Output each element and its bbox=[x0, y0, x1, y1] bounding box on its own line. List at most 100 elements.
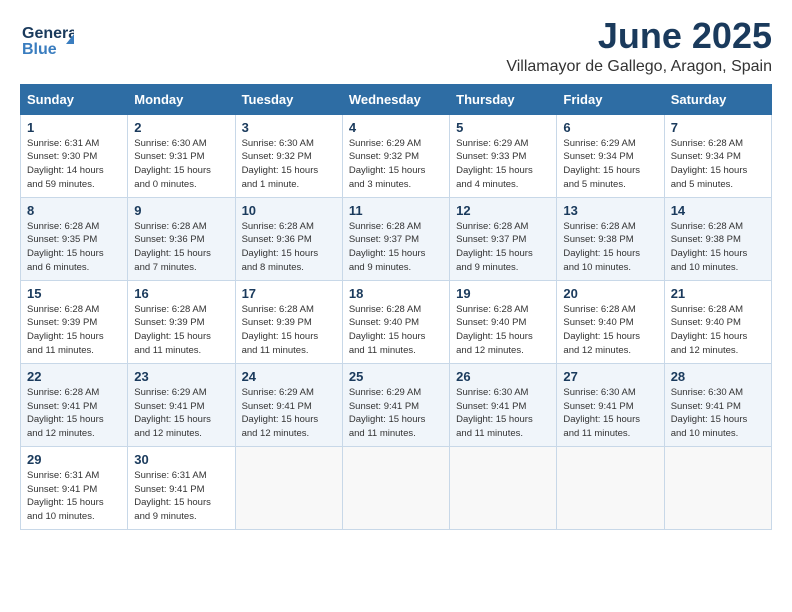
calendar-cell: 2 Sunrise: 6:30 AM Sunset: 9:31 PM Daylig… bbox=[128, 114, 235, 197]
day-number: 22 bbox=[27, 369, 121, 384]
day-info: Sunrise: 6:31 AM Sunset: 9:30 PM Dayligh… bbox=[27, 137, 121, 192]
month-title: June 2025 bbox=[506, 16, 772, 56]
day-header-monday: Monday bbox=[128, 84, 235, 114]
calendar-cell: 5 Sunrise: 6:29 AM Sunset: 9:33 PM Daylig… bbox=[450, 114, 557, 197]
day-info: Sunrise: 6:30 AM Sunset: 9:31 PM Dayligh… bbox=[134, 137, 228, 192]
day-number: 25 bbox=[349, 369, 443, 384]
day-number: 24 bbox=[242, 369, 336, 384]
day-info: Sunrise: 6:28 AM Sunset: 9:36 PM Dayligh… bbox=[242, 220, 336, 275]
logo-icon: General Blue bbox=[20, 16, 74, 64]
calendar-cell bbox=[450, 446, 557, 529]
day-number: 1 bbox=[27, 120, 121, 135]
day-number: 13 bbox=[563, 203, 657, 218]
svg-text:General: General bbox=[22, 25, 74, 42]
day-info: Sunrise: 6:29 AM Sunset: 9:34 PM Dayligh… bbox=[563, 137, 657, 192]
day-number: 6 bbox=[563, 120, 657, 135]
calendar-cell: 27Sunrise: 6:30 AM Sunset: 9:41 PM Dayli… bbox=[557, 363, 664, 446]
day-number: 29 bbox=[27, 452, 121, 467]
day-info: Sunrise: 6:29 AM Sunset: 9:32 PM Dayligh… bbox=[349, 137, 443, 192]
day-info: Sunrise: 6:28 AM Sunset: 9:40 PM Dayligh… bbox=[456, 303, 550, 358]
calendar-cell: 8 Sunrise: 6:28 AM Sunset: 9:35 PM Daylig… bbox=[21, 197, 128, 280]
day-info: Sunrise: 6:29 AM Sunset: 9:33 PM Dayligh… bbox=[456, 137, 550, 192]
day-number: 14 bbox=[671, 203, 765, 218]
day-info: Sunrise: 6:28 AM Sunset: 9:39 PM Dayligh… bbox=[134, 303, 228, 358]
calendar-cell: 17 Sunrise: 6:28 AM Sunset: 9:39 PM Dayli… bbox=[235, 280, 342, 363]
calendar-cell: 10 Sunrise: 6:28 AM Sunset: 9:36 PM Dayli… bbox=[235, 197, 342, 280]
calendar-cell: 25 Sunrise: 6:29 AM Sunset: 9:41 PM Dayli… bbox=[342, 363, 449, 446]
day-info: Sunrise: 6:28 AM Sunset: 9:40 PM Dayligh… bbox=[563, 303, 657, 358]
day-info: Sunrise: 6:28 AM Sunset: 9:36 PM Dayligh… bbox=[134, 220, 228, 275]
calendar-cell: 30 Sunrise: 6:31 AM Sunset: 9:41 PM Dayli… bbox=[128, 446, 235, 529]
calendar-cell: 1 Sunrise: 6:31 AM Sunset: 9:30 PM Daylig… bbox=[21, 114, 128, 197]
day-number: 19 bbox=[456, 286, 550, 301]
day-info: Sunrise: 6:28 AM Sunset: 9:41 PM Dayligh… bbox=[27, 386, 121, 441]
calendar-cell: 21Sunrise: 6:28 AM Sunset: 9:40 PM Dayli… bbox=[664, 280, 771, 363]
day-info: Sunrise: 6:29 AM Sunset: 9:41 PM Dayligh… bbox=[242, 386, 336, 441]
day-number: 11 bbox=[349, 203, 443, 218]
day-info: Sunrise: 6:31 AM Sunset: 9:41 PM Dayligh… bbox=[27, 469, 121, 524]
day-header-thursday: Thursday bbox=[450, 84, 557, 114]
calendar-cell: 28Sunrise: 6:30 AM Sunset: 9:41 PM Dayli… bbox=[664, 363, 771, 446]
calendar-cell: 19 Sunrise: 6:28 AM Sunset: 9:40 PM Dayli… bbox=[450, 280, 557, 363]
calendar-cell: 3 Sunrise: 6:30 AM Sunset: 9:32 PM Daylig… bbox=[235, 114, 342, 197]
day-number: 8 bbox=[27, 203, 121, 218]
day-number: 20 bbox=[563, 286, 657, 301]
calendar-cell: 11Sunrise: 6:28 AM Sunset: 9:37 PM Dayli… bbox=[342, 197, 449, 280]
day-header-saturday: Saturday bbox=[664, 84, 771, 114]
calendar-cell: 24 Sunrise: 6:29 AM Sunset: 9:41 PM Dayli… bbox=[235, 363, 342, 446]
day-number: 15 bbox=[27, 286, 121, 301]
calendar-cell: 26Sunrise: 6:30 AM Sunset: 9:41 PM Dayli… bbox=[450, 363, 557, 446]
calendar-cell: 14 Sunrise: 6:28 AM Sunset: 9:38 PM Dayli… bbox=[664, 197, 771, 280]
day-number: 3 bbox=[242, 120, 336, 135]
calendar-cell: 9 Sunrise: 6:28 AM Sunset: 9:36 PM Daylig… bbox=[128, 197, 235, 280]
location-title: Villamayor de Gallego, Aragon, Spain bbox=[506, 58, 772, 76]
day-number: 17 bbox=[242, 286, 336, 301]
calendar-cell bbox=[235, 446, 342, 529]
day-header-wednesday: Wednesday bbox=[342, 84, 449, 114]
day-number: 12 bbox=[456, 203, 550, 218]
day-info: Sunrise: 6:31 AM Sunset: 9:41 PM Dayligh… bbox=[134, 469, 228, 524]
calendar-week-4: 22 Sunrise: 6:28 AM Sunset: 9:41 PM Dayli… bbox=[21, 363, 772, 446]
day-info: Sunrise: 6:28 AM Sunset: 9:37 PM Dayligh… bbox=[456, 220, 550, 275]
calendar-week-1: 1 Sunrise: 6:31 AM Sunset: 9:30 PM Daylig… bbox=[21, 114, 772, 197]
day-number: 9 bbox=[134, 203, 228, 218]
calendar: SundayMondayTuesdayWednesdayThursdayFrid… bbox=[20, 84, 772, 530]
calendar-cell: 6 Sunrise: 6:29 AM Sunset: 9:34 PM Daylig… bbox=[557, 114, 664, 197]
day-header-friday: Friday bbox=[557, 84, 664, 114]
day-number: 18 bbox=[349, 286, 443, 301]
day-number: 28 bbox=[671, 369, 765, 384]
calendar-cell bbox=[664, 446, 771, 529]
calendar-cell: 23Sunrise: 6:29 AM Sunset: 9:41 PM Dayli… bbox=[128, 363, 235, 446]
day-info: Sunrise: 6:29 AM Sunset: 9:41 PM Dayligh… bbox=[134, 386, 228, 441]
calendar-cell: 7 Sunrise: 6:28 AM Sunset: 9:34 PM Daylig… bbox=[664, 114, 771, 197]
day-number: 26 bbox=[456, 369, 550, 384]
calendar-cell: 4 Sunrise: 6:29 AM Sunset: 9:32 PM Daylig… bbox=[342, 114, 449, 197]
day-info: Sunrise: 6:28 AM Sunset: 9:39 PM Dayligh… bbox=[242, 303, 336, 358]
calendar-week-2: 8 Sunrise: 6:28 AM Sunset: 9:35 PM Daylig… bbox=[21, 197, 772, 280]
calendar-cell: 29 Sunrise: 6:31 AM Sunset: 9:41 PM Dayli… bbox=[21, 446, 128, 529]
day-header-sunday: Sunday bbox=[21, 84, 128, 114]
header: General Blue June 2025 Villamayor de Gal… bbox=[20, 16, 772, 76]
svg-text:Blue: Blue bbox=[22, 41, 57, 58]
day-info: Sunrise: 6:29 AM Sunset: 9:41 PM Dayligh… bbox=[349, 386, 443, 441]
calendar-cell: 15 Sunrise: 6:28 AM Sunset: 9:39 PM Dayli… bbox=[21, 280, 128, 363]
day-info: Sunrise: 6:28 AM Sunset: 9:39 PM Dayligh… bbox=[27, 303, 121, 358]
day-info: Sunrise: 6:28 AM Sunset: 9:38 PM Dayligh… bbox=[671, 220, 765, 275]
day-number: 10 bbox=[242, 203, 336, 218]
day-info: Sunrise: 6:30 AM Sunset: 9:32 PM Dayligh… bbox=[242, 137, 336, 192]
day-info: Sunrise: 6:28 AM Sunset: 9:35 PM Dayligh… bbox=[27, 220, 121, 275]
day-number: 2 bbox=[134, 120, 228, 135]
day-info: Sunrise: 6:28 AM Sunset: 9:34 PM Dayligh… bbox=[671, 137, 765, 192]
day-number: 4 bbox=[349, 120, 443, 135]
day-header-tuesday: Tuesday bbox=[235, 84, 342, 114]
day-number: 30 bbox=[134, 452, 228, 467]
day-info: Sunrise: 6:28 AM Sunset: 9:40 PM Dayligh… bbox=[349, 303, 443, 358]
day-info: Sunrise: 6:30 AM Sunset: 9:41 PM Dayligh… bbox=[563, 386, 657, 441]
day-number: 7 bbox=[671, 120, 765, 135]
calendar-cell: 13 Sunrise: 6:28 AM Sunset: 9:38 PM Dayli… bbox=[557, 197, 664, 280]
calendar-cell: 18 Sunrise: 6:28 AM Sunset: 9:40 PM Dayli… bbox=[342, 280, 449, 363]
calendar-cell: 16Sunrise: 6:28 AM Sunset: 9:39 PM Dayli… bbox=[128, 280, 235, 363]
day-number: 5 bbox=[456, 120, 550, 135]
calendar-week-3: 15 Sunrise: 6:28 AM Sunset: 9:39 PM Dayli… bbox=[21, 280, 772, 363]
day-info: Sunrise: 6:28 AM Sunset: 9:38 PM Dayligh… bbox=[563, 220, 657, 275]
